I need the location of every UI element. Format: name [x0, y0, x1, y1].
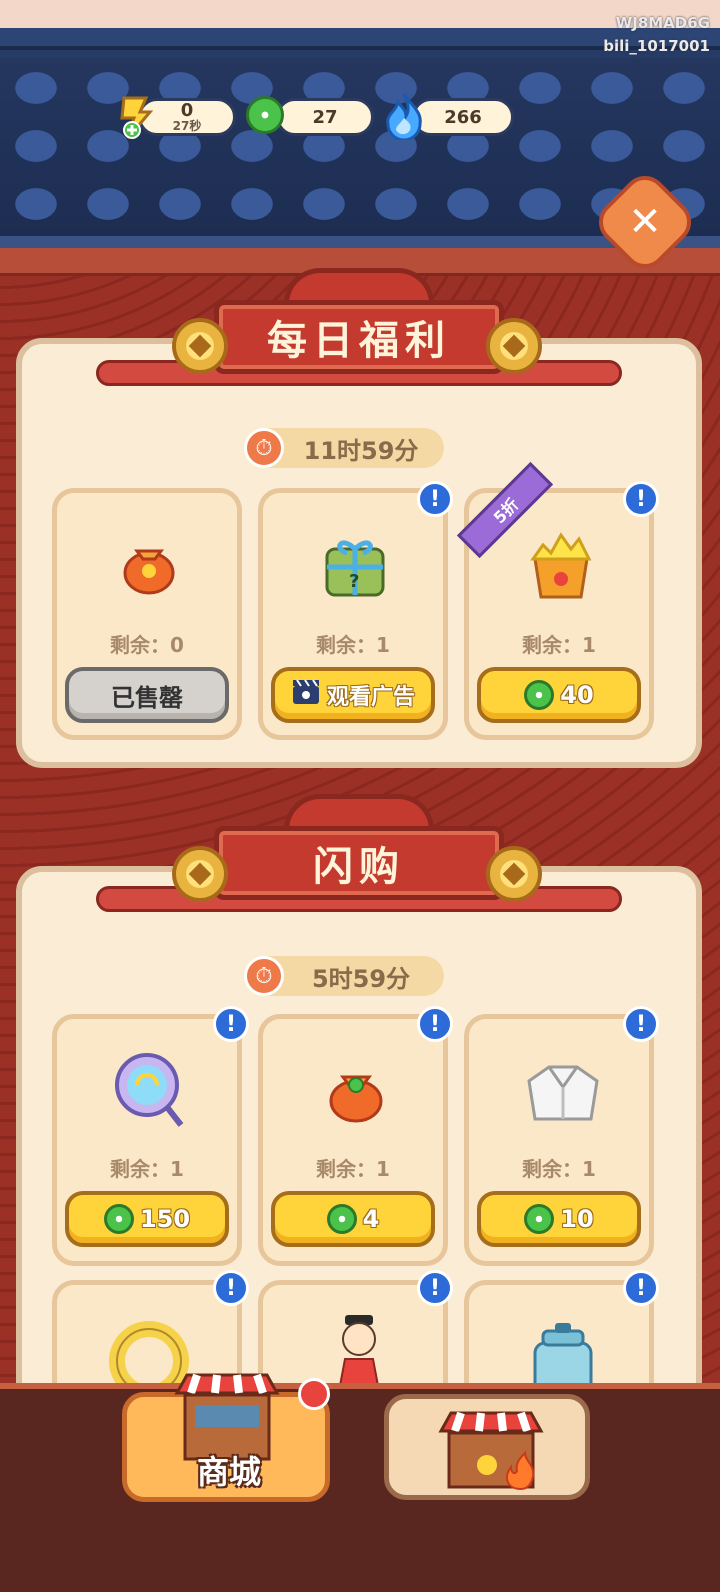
tab-shop[interactable]: 商城 [122, 1373, 330, 1502]
energy-value: 0 [180, 100, 194, 121]
jade-counter: 27 [276, 98, 374, 136]
coin-ornament [486, 846, 542, 902]
flash-item-card[interactable]: 剩余：1 10 [464, 1014, 654, 1266]
watermark-id: WJ8MAD6G [615, 14, 710, 32]
jade-lucky-bag-icon [323, 1059, 389, 1129]
jade-coin-icon [103, 1204, 134, 1234]
info-icon[interactable]: ! [623, 481, 659, 517]
sold-out-button: 已售罄 [65, 667, 229, 723]
flash-title: 闪购 [214, 826, 504, 900]
info-icon[interactable]: ! [417, 1006, 453, 1042]
lightning-plus-icon[interactable] [116, 96, 154, 139]
shop-screen: WJ8MAD6G bili_1017001 0 27秒 27 266 ✕ 每日福… [0, 0, 720, 1592]
stock-label: 剩余：1 [316, 633, 390, 657]
coin-ornament [172, 846, 228, 902]
jade-value: 27 [312, 106, 338, 128]
price-label: 4 [362, 1205, 380, 1233]
flash-item-card[interactable]: 剩余：1 150 [52, 1014, 242, 1266]
info-icon[interactable]: ! [623, 1270, 659, 1306]
daily-banner-crest [284, 268, 434, 304]
price-label: 40 [560, 681, 594, 709]
info-icon[interactable]: ! [417, 1270, 453, 1306]
watch-ad-button[interactable]: 观看广告 [271, 667, 435, 723]
watermark-user: bili_1017001 [603, 37, 710, 55]
coin-ornament [172, 318, 228, 374]
stock-label: 剩余：1 [522, 633, 596, 657]
video-clapper-icon [291, 678, 321, 712]
stock-label: 剩余：1 [316, 1157, 390, 1181]
tab-shop-label: 商城 [197, 1453, 262, 1491]
flash-item-card[interactable]: 剩余：1 4 [258, 1014, 448, 1266]
buy-button[interactable]: 4 [271, 1191, 435, 1247]
info-icon[interactable]: ! [213, 1270, 249, 1306]
clock-icon: ⏱ [244, 428, 284, 468]
sold-out-label: 已售罄 [111, 683, 183, 712]
mystery-gift-icon: ? [317, 527, 393, 607]
daily-item-card[interactable]: ? 剩余：1 观看广告 [258, 488, 448, 740]
close-icon[interactable]: ✕ [606, 183, 684, 261]
info-icon[interactable]: ! [417, 481, 453, 517]
flame-value: 266 [444, 106, 482, 128]
magic-mirror-icon [109, 1049, 189, 1137]
white-robe-icon [523, 1061, 603, 1129]
coin-ornament [486, 318, 542, 374]
flash-timer-text: 5时59分 [311, 964, 411, 993]
bottom-tab-bar [0, 1383, 720, 1592]
svg-text:?: ? [349, 571, 359, 592]
buy-button[interactable]: 150 [65, 1191, 229, 1247]
blue-flame-icon [382, 92, 422, 142]
daily-timer-text: 11时59分 [303, 436, 419, 465]
lucky-bag-icon [117, 533, 181, 601]
jade-coin-icon [246, 96, 284, 134]
buy-button[interactable]: 40 [477, 667, 641, 723]
clock-icon: ⏱ [244, 956, 284, 996]
tab-hot-shop[interactable] [384, 1394, 590, 1500]
gold-nugget-bucket-icon [523, 523, 599, 607]
flame-counter: 266 [412, 98, 514, 136]
daily-title: 每日福利 [214, 300, 504, 374]
info-icon[interactable]: ! [213, 1006, 249, 1042]
energy-timer: 27秒 [172, 119, 202, 133]
stock-label: 剩余：0 [110, 633, 184, 657]
hot-shop-stall-icon [435, 1409, 547, 1495]
daily-item-card[interactable]: 剩余：0 已售罄 [52, 488, 242, 740]
price-label: 10 [560, 1205, 594, 1233]
info-icon[interactable]: ! [623, 1006, 659, 1042]
jade-coin-icon [326, 1204, 357, 1234]
jade-coin-icon [524, 680, 555, 710]
price-label: 150 [139, 1205, 191, 1233]
stock-label: 剩余：1 [110, 1157, 184, 1181]
watch-ad-label: 观看广告 [326, 685, 415, 710]
jade-coin-icon [524, 1204, 555, 1234]
stock-label: 剩余：1 [522, 1157, 596, 1181]
flash-banner-crest [284, 794, 434, 830]
notification-dot [298, 1378, 330, 1410]
buy-button[interactable]: 10 [477, 1191, 641, 1247]
